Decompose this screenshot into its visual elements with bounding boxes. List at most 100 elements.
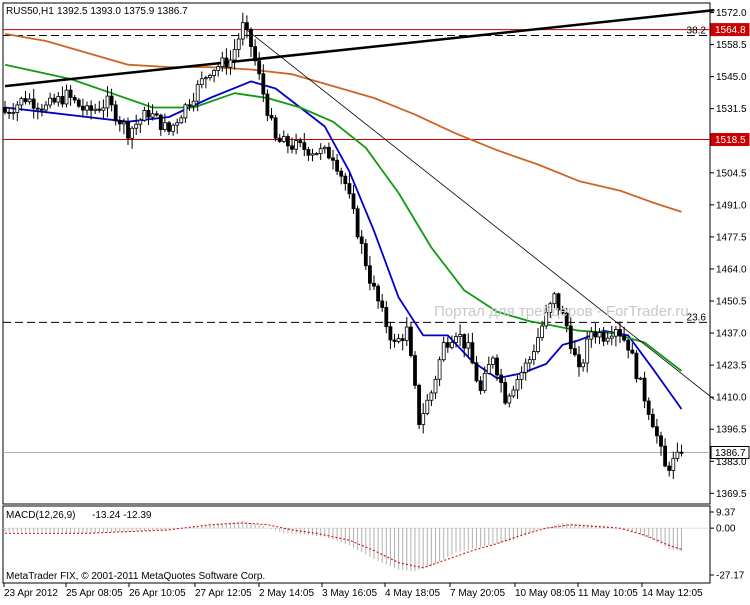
candle-body	[667, 465, 672, 471]
candle-body	[310, 153, 315, 156]
candle-body	[68, 89, 73, 98]
candle-body	[511, 389, 516, 397]
candle-body	[236, 38, 241, 50]
candle-body	[581, 362, 585, 368]
chart-window[interactable]: 38.2 23.6 1572.0 1558.5 1545.0 1531.5 1504.5 1…	[0, 0, 750, 600]
candle-body	[495, 357, 499, 376]
candle-body	[331, 157, 335, 161]
candle-body	[27, 98, 32, 103]
candle-body	[449, 342, 454, 348]
macd-axis: 9.37 0.00 -27.17	[710, 508, 745, 582]
candle-body	[458, 334, 463, 337]
candle-body	[384, 307, 389, 328]
candle-body	[11, 112, 16, 114]
candle-body	[179, 117, 184, 124]
main-plot-frame	[2, 2, 711, 505]
macd-label: MACD(12,26,9)	[6, 510, 75, 521]
price-tick-label: 1396.5	[716, 425, 747, 436]
candle-body	[355, 208, 360, 238]
candle-body	[347, 183, 352, 195]
candle-body	[392, 339, 397, 342]
candle-body	[622, 335, 626, 341]
price-axis: 1572.0 1558.5 1545.0 1531.5 1504.5 1491.0 1477…	[710, 8, 747, 500]
candle-body	[60, 96, 65, 105]
candle-body	[445, 342, 450, 348]
candle-body	[232, 49, 237, 61]
candle-body	[216, 66, 221, 71]
candle-body	[630, 349, 635, 354]
price-tick-label: 1464.0	[716, 264, 747, 275]
candle-body	[138, 119, 143, 125]
candle-body	[171, 124, 176, 132]
candle-body	[285, 136, 290, 147]
candle-body	[618, 329, 622, 337]
candle-body	[663, 445, 667, 467]
candle-body	[101, 107, 106, 111]
macd-signal-line	[5, 522, 682, 569]
candle-body	[638, 377, 643, 380]
candle-body	[31, 98, 36, 109]
candle-body	[273, 117, 278, 139]
candle-body	[281, 136, 286, 142]
price-tick-label: 1572.0	[716, 8, 747, 19]
candle-body	[35, 107, 40, 110]
candle-body	[396, 338, 401, 342]
candle-body	[466, 342, 471, 349]
candle-body	[126, 121, 130, 139]
candle-body	[261, 73, 266, 95]
watermark-text: Портал для трейдеров - ForTrader.ru	[434, 303, 689, 320]
candle-body	[249, 28, 253, 47]
candle-body	[277, 137, 282, 142]
candle-body	[220, 57, 225, 67]
candle-body	[519, 371, 524, 380]
candle-body	[335, 159, 340, 172]
candle-body	[208, 75, 212, 79]
time-tick-label: 23 Apr 2012	[4, 588, 58, 599]
ohlc-label: 1392.5 1393.0 1375.9 1386.7	[57, 6, 188, 17]
symbol-label: RUS50,H1	[6, 6, 54, 17]
candle-body	[433, 378, 438, 394]
moving-averages	[4, 33, 683, 410]
candle-body	[228, 59, 233, 68]
macd-pane	[3, 521, 710, 572]
candle-body	[52, 97, 57, 103]
candle-body	[23, 98, 28, 103]
candle-body	[85, 105, 89, 111]
time-tick-label: 26 Apr 10:05	[129, 588, 186, 599]
candle-body	[614, 329, 618, 337]
chart-canvas[interactable]: 38.223.6 1572.01558.51545.01531.51504.51…	[0, 0, 750, 600]
candle-body	[503, 382, 508, 404]
candle-body	[400, 338, 405, 341]
candle-body	[109, 95, 114, 106]
candle-body	[573, 348, 577, 356]
fib-level-label: 38.2	[687, 26, 707, 37]
candle-body	[679, 451, 684, 454]
candle-body	[568, 325, 573, 350]
candle-body	[269, 115, 274, 119]
candle-body	[253, 46, 258, 62]
candle-body	[675, 451, 680, 459]
candle-body	[81, 105, 85, 111]
candle-body	[154, 113, 159, 116]
macd-values: -13.24 -12.39	[92, 510, 152, 521]
price-tick-label: 1491.0	[716, 200, 747, 211]
price-tick-label: 1369.5	[716, 489, 747, 500]
candle-body	[601, 332, 606, 342]
candle-body	[113, 104, 118, 122]
time-tick-label: 3 May 16:05	[322, 588, 377, 599]
candle-body	[359, 236, 364, 244]
candle-body	[318, 148, 323, 154]
time-tick-label: 27 Apr 12:05	[195, 588, 252, 599]
candles	[3, 12, 684, 479]
candle-body	[130, 127, 135, 139]
moving-average-line	[4, 33, 682, 213]
candle-body	[413, 355, 417, 386]
candle-body	[372, 282, 376, 287]
candle-body	[134, 123, 139, 129]
time-tick-label: 14 May 12:05	[642, 588, 703, 599]
level-lines: 38.2 23.6	[3, 26, 710, 453]
time-tick-label: 4 May 18:05	[385, 588, 440, 599]
candle-body	[339, 170, 344, 177]
candle-body	[609, 335, 614, 339]
price-tick-label: 1450.5	[716, 296, 747, 307]
